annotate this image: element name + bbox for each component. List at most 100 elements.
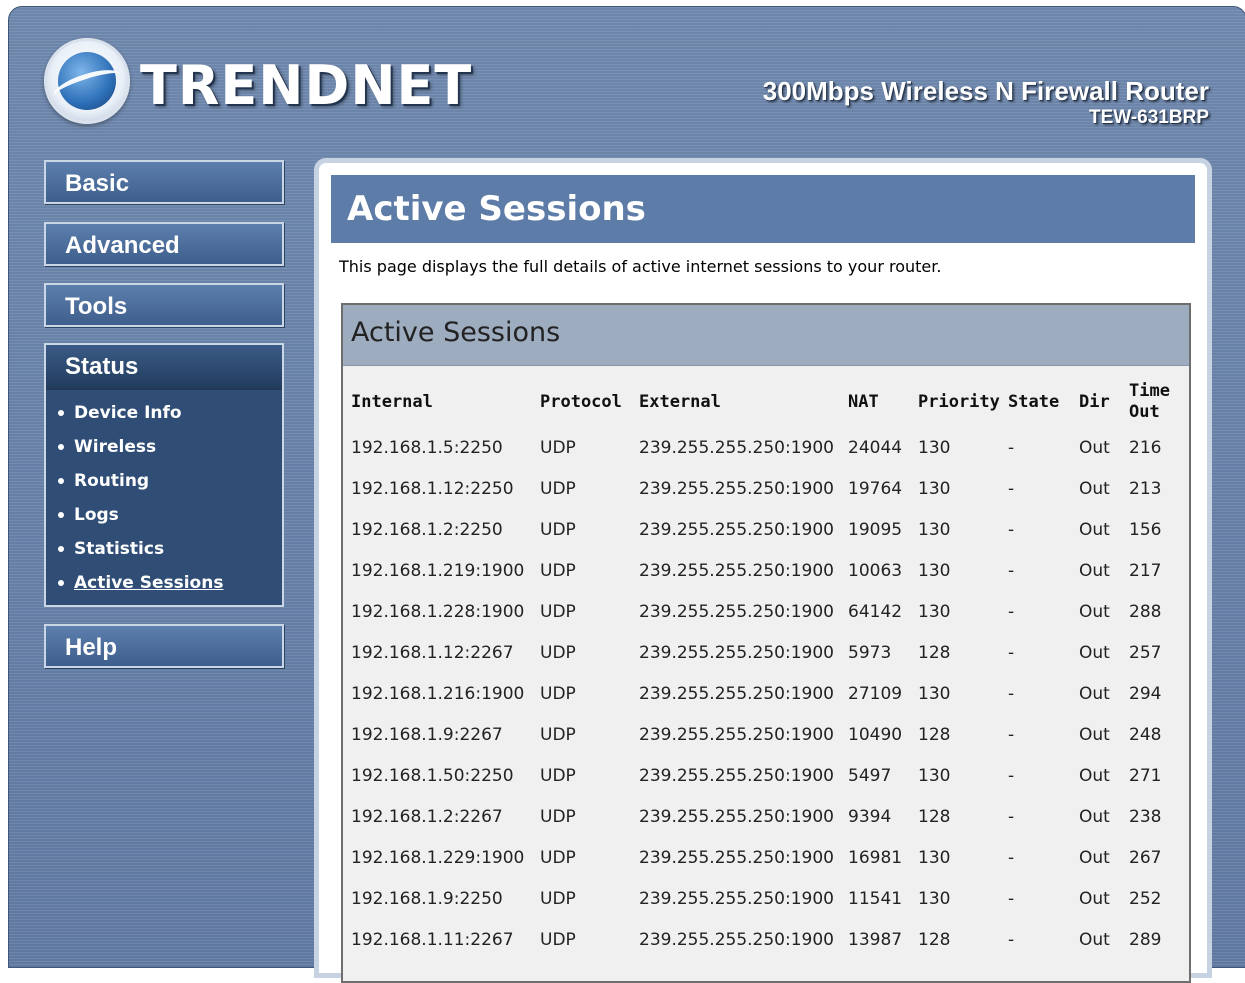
cell-dir: Out (1079, 765, 1110, 786)
column-header-priority: Priority (918, 392, 1000, 412)
cell-external: 239.255.255.250:1900 (639, 478, 834, 499)
bullet-icon (58, 410, 64, 416)
status-item-active-sessions[interactable]: Active Sessions (58, 566, 282, 600)
status-item-statistics[interactable]: Statistics (58, 532, 282, 566)
cell-state: - (1008, 519, 1015, 540)
cell-protocol: UDP (540, 560, 576, 581)
cell-state: - (1008, 724, 1015, 745)
cell-external: 239.255.255.250:1900 (639, 847, 834, 868)
cell-dir: Out (1079, 601, 1110, 622)
cell-protocol: UDP (540, 642, 576, 663)
cell-nat: 5973 (848, 642, 892, 663)
cell-dir: Out (1079, 519, 1110, 540)
table-row: 192.168.1.5:2250 UDP 239.255.255.250:1900 2… (351, 427, 1189, 468)
table-row: 192.168.1.12:2267 UDP 239.255.255.250:1900… (351, 632, 1189, 673)
cell-state: - (1008, 478, 1015, 499)
cell-priority: 130 (918, 601, 951, 622)
cell-protocol: UDP (540, 929, 576, 950)
table-row: 192.168.1.228:1900 UDP 239.255.255.250:190… (351, 591, 1189, 632)
cell-internal: 192.168.1.11:2267 (351, 929, 514, 950)
cell-time-out: 257 (1129, 642, 1162, 663)
column-header-state: State (1008, 392, 1060, 412)
cell-internal: 192.168.1.228:1900 (351, 601, 525, 622)
column-header-protocol: Protocol (540, 392, 622, 412)
cell-priority: 128 (918, 929, 951, 950)
column-header-time-out: Time Out (1129, 381, 1170, 422)
status-item-routing[interactable]: Routing (58, 464, 282, 498)
cell-state: - (1008, 560, 1015, 581)
cell-protocol: UDP (540, 847, 576, 868)
cell-internal: 192.168.1.12:2267 (351, 642, 514, 663)
cell-time-out: 156 (1129, 519, 1162, 540)
product-info: 300Mbps Wireless N Firewall Router TEW-6… (763, 76, 1209, 130)
cell-priority: 128 (918, 724, 951, 745)
cell-time-out: 238 (1129, 806, 1162, 827)
cell-time-out: 252 (1129, 888, 1162, 909)
cell-external: 239.255.255.250:1900 (639, 560, 834, 581)
cell-time-out: 294 (1129, 683, 1162, 704)
status-item-wireless[interactable]: Wireless (58, 430, 282, 464)
cell-priority: 130 (918, 888, 951, 909)
cell-external: 239.255.255.250:1900 (639, 519, 834, 540)
cell-protocol: UDP (540, 888, 576, 909)
table-row: 192.168.1.219:1900 UDP 239.255.255.250:190… (351, 550, 1189, 591)
cell-internal: 192.168.1.2:2267 (351, 806, 503, 827)
cell-protocol: UDP (540, 601, 576, 622)
menu-tools[interactable]: Tools (44, 283, 284, 327)
cell-external: 239.255.255.250:1900 (639, 642, 834, 663)
menu-help[interactable]: Help (44, 624, 284, 668)
cell-dir: Out (1079, 642, 1110, 663)
cell-priority: 130 (918, 683, 951, 704)
menu-basic[interactable]: Basic (44, 160, 284, 204)
cell-state: - (1008, 929, 1015, 950)
sessions-box: Active Sessions Internal Protocol Extern… (341, 303, 1191, 983)
status-item-device-info[interactable]: Device Info (58, 396, 282, 430)
cell-nat: 10490 (848, 724, 903, 745)
cell-priority: 128 (918, 642, 951, 663)
cell-nat: 64142 (848, 601, 903, 622)
cell-state: - (1008, 888, 1015, 909)
cell-priority: 130 (918, 560, 951, 581)
cell-nat: 19764 (848, 478, 903, 499)
menu-status[interactable]: Status (46, 345, 282, 390)
cell-internal: 192.168.1.219:1900 (351, 560, 525, 581)
cell-state: - (1008, 601, 1015, 622)
model-number: TEW-631BRP (1089, 107, 1209, 128)
cell-nat: 9394 (848, 806, 892, 827)
cell-time-out: 289 (1129, 929, 1162, 950)
menu-advanced[interactable]: Advanced (44, 222, 284, 266)
status-item-logs[interactable]: Logs (58, 498, 282, 532)
bullet-icon (58, 478, 64, 484)
cell-priority: 128 (918, 806, 951, 827)
cell-dir: Out (1079, 847, 1110, 868)
cell-internal: 192.168.1.9:2250 (351, 888, 503, 909)
cell-external: 239.255.255.250:1900 (639, 437, 834, 458)
cell-state: - (1008, 683, 1015, 704)
cell-nat: 27109 (848, 683, 903, 704)
cell-dir: Out (1079, 683, 1110, 704)
cell-dir: Out (1079, 560, 1110, 581)
bullet-icon (58, 546, 64, 552)
cell-dir: Out (1079, 437, 1110, 458)
sessions-box-title: Active Sessions (343, 305, 1189, 366)
cell-dir: Out (1079, 724, 1110, 745)
table-header-row: Internal Protocol External NAT Priority … (351, 377, 1189, 427)
cell-priority: 130 (918, 478, 951, 499)
cell-nat: 13987 (848, 929, 903, 950)
cell-protocol: UDP (540, 765, 576, 786)
cell-external: 239.255.255.250:1900 (639, 806, 834, 827)
bullet-icon (58, 580, 64, 586)
table-row: 192.168.1.2:2250 UDP 239.255.255.250:1900 1… (351, 509, 1189, 550)
bullet-icon (58, 512, 64, 518)
cell-nat: 10063 (848, 560, 903, 581)
table-row: 192.168.1.216:1900 UDP 239.255.255.250:190… (351, 673, 1189, 714)
cell-nat: 5497 (848, 765, 892, 786)
brand-name: TRENDNET (140, 54, 473, 117)
column-header-external: External (639, 392, 721, 412)
product-name: 300Mbps Wireless N Firewall Router (762, 76, 1209, 106)
cell-state: - (1008, 437, 1015, 458)
cell-time-out: 216 (1129, 437, 1162, 458)
cell-state: - (1008, 765, 1015, 786)
cell-external: 239.255.255.250:1900 (639, 888, 834, 909)
cell-protocol: UDP (540, 724, 576, 745)
